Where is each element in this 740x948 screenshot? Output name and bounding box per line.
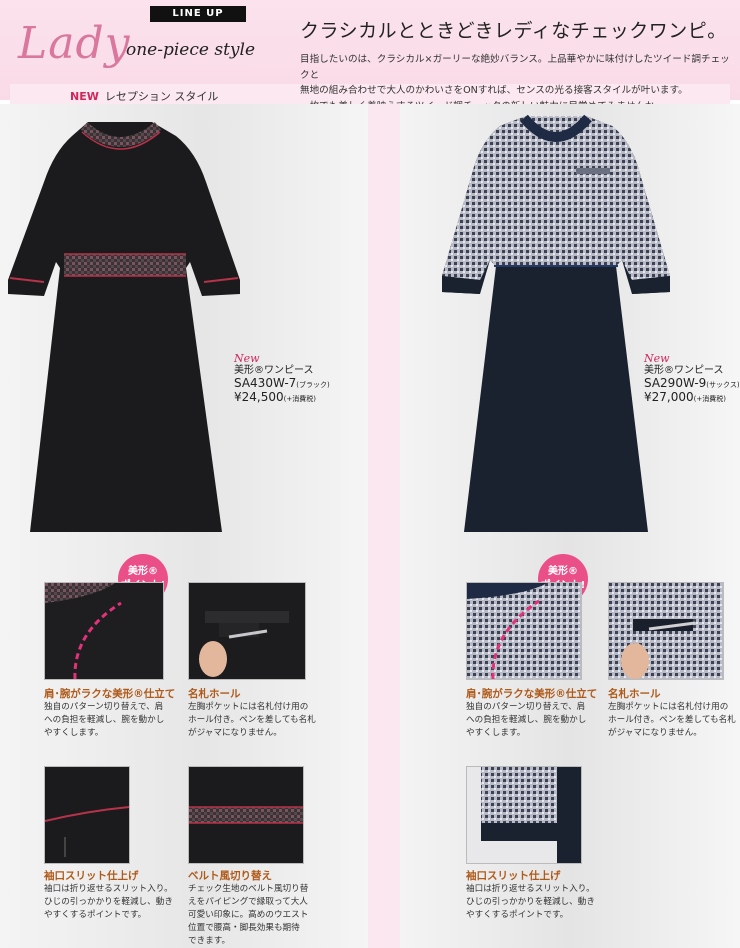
- product-price: ¥27,000: [644, 390, 694, 404]
- product-color: (サックス): [706, 381, 740, 389]
- badge-line: 美形®: [548, 566, 578, 577]
- feature-desc-line: 袖口は折り返せるスリット入り。: [44, 884, 173, 894]
- shoulder-detail-photo: [44, 582, 164, 680]
- lineup-label: LINE UP: [150, 6, 246, 22]
- feature-desc-line: がジャマになりません。: [188, 728, 282, 738]
- feature-desc-line: ホール付き。ペンを差しても名札: [188, 715, 316, 725]
- feature-desc: 袖口は折り返せるスリット入り。 ひじの引っかかりを軽減し、動き やすくするポイン…: [466, 883, 606, 922]
- headline: クラシカルとときどきレディなチェックワンピ。: [300, 20, 727, 42]
- feature-desc-line: 独自のパターン切り替えで、肩: [466, 702, 586, 712]
- feature-belt: ベルト風切り替え チェック生地のベルト風切り替 えをパイピングで縁取って大人 可…: [188, 868, 318, 948]
- feature-desc-line: ひじの引っかかりを軽減し、動き: [44, 897, 173, 907]
- feature-title: 袖口スリット仕上げ: [44, 870, 139, 882]
- one-piece-style-text: one-piece style: [126, 40, 256, 60]
- product-label-1: New 美形®ワンピース SA430W-7(ブラック) ¥24,500(+消費税…: [234, 353, 330, 405]
- feature-desc-line: できます。: [188, 936, 231, 946]
- cuff-slit-photo: [44, 766, 130, 864]
- name-tag-hole-photo: [608, 582, 724, 680]
- feature-desc-line: ひじの引っかかりを軽減し、動き: [466, 897, 595, 907]
- product-color: (ブラック): [296, 381, 330, 389]
- feature-desc: 左胸ポケットには名札付け用の ホール付き。ペンを差しても名札 がジャマになりませ…: [188, 701, 318, 740]
- feature-desc-line: への負担を軽減し、腕を動かし: [44, 715, 165, 725]
- feature-title: 名札ホール: [608, 688, 661, 700]
- product-code: SA290W-9: [644, 376, 707, 390]
- cuff-slit-photo: [466, 766, 582, 864]
- feature-desc-line: がジャマになりません。: [608, 728, 702, 738]
- belt-switch-photo: [188, 766, 304, 864]
- feature-desc-line: ホール付き。ペンを差しても名札: [608, 715, 736, 725]
- feature-cuff-slit: 袖口スリット仕上げ 袖口は折り返せるスリット入り。 ひじの引っかかりを軽減し、動…: [44, 868, 184, 922]
- feature-desc-line: やすくします。: [44, 728, 104, 738]
- feature-title: 名札ホール: [188, 688, 241, 700]
- feature-cuff-slit: 袖口スリット仕上げ 袖口は折り返せるスリット入り。 ひじの引っかかりを軽減し、動…: [466, 868, 606, 922]
- feature-desc-line: 袖口は折り返せるスリット入り。: [466, 884, 595, 894]
- feature-desc-line: えをパイピングで縁取って大人: [188, 897, 308, 907]
- feature-shoulder: 肩･腕がラクな美形®仕立て 独自のパターン切り替えで、肩 への負担を軽減し、腕を…: [44, 686, 184, 740]
- reception-style-text: レセプション スタイル: [104, 90, 219, 103]
- dress-image-black: [8, 122, 240, 532]
- product-price: ¥24,500: [234, 390, 284, 404]
- product-code: SA430W-7: [234, 376, 297, 390]
- product-new: New: [644, 352, 670, 365]
- description-line: 目指したいのは、クラシカル×ガーリーな絶妙バランス。上品華やかに味付けしたツイー…: [300, 54, 730, 81]
- feature-desc-line: チェック生地のベルト風切り替: [188, 884, 309, 894]
- feature-name-tag: 名札ホール 左胸ポケットには名札付け用の ホール付き。ペンを差しても名札 がジャ…: [188, 686, 318, 740]
- column-divider: [368, 104, 400, 948]
- feature-title: ベルト風切り替え: [188, 870, 272, 882]
- feature-title: 袖口スリット仕上げ: [466, 870, 561, 882]
- shoulder-detail-photo: [466, 582, 582, 680]
- reception-style-tag: NEW レセプション スタイル: [70, 88, 218, 104]
- feature-shoulder: 肩･腕がラクな美形®仕立て 独自のパターン切り替えで、肩 への負担を軽減し、腕を…: [466, 686, 606, 740]
- feature-desc: 独自のパターン切り替えで、肩 への負担を軽減し、腕を動かし やすくします。: [466, 701, 606, 740]
- badge-line: 美形®: [128, 566, 158, 577]
- feature-desc-line: やすくするポイントです。: [466, 910, 569, 920]
- feature-desc-line: への負担を軽減し、腕を動かし: [466, 715, 587, 725]
- product-tax: (+消費税): [693, 395, 726, 403]
- dress-image-houndstooth: [442, 114, 670, 532]
- feature-desc-line: 左胸ポケットには名札付け用の: [188, 702, 309, 712]
- feature-desc-line: 位置で腰高・脚長効果も期待: [188, 923, 300, 933]
- feature-desc: 袖口は折り返せるスリット入り。 ひじの引っかかりを軽減し、動き やすくするポイン…: [44, 883, 184, 922]
- product-tax: (+消費税): [283, 395, 316, 403]
- feature-desc-line: 可愛い印象に。高めのウエスト: [188, 910, 309, 920]
- feature-title: 肩･腕がラクな美形®仕立て: [466, 688, 598, 700]
- feature-desc-line: 独自のパターン切り替えで、肩: [44, 702, 164, 712]
- feature-desc-line: やすくするポイントです。: [44, 910, 147, 920]
- feature-desc-line: 左胸ポケットには名札付け用の: [608, 702, 729, 712]
- name-tag-hole-photo: [188, 582, 306, 680]
- new-label: NEW: [70, 90, 99, 103]
- feature-title: 肩･腕がラクな美形®仕立て: [44, 688, 176, 700]
- description-line: 無地の組み合わせで大人のかわいさをONすれば、センスの光る接客スタイルが叶います…: [300, 85, 688, 96]
- feature-name-tag: 名札ホール 左胸ポケットには名札付け用の ホール付き。ペンを差しても名札 がジャ…: [608, 686, 738, 740]
- product-new: New: [234, 352, 260, 365]
- feature-desc: 左胸ポケットには名札付け用の ホール付き。ペンを差しても名札 がジャマになりませ…: [608, 701, 738, 740]
- feature-desc: 独自のパターン切り替えで、肩 への負担を軽減し、腕を動かし やすくします。: [44, 701, 184, 740]
- feature-desc-line: やすくします。: [466, 728, 526, 738]
- feature-desc: チェック生地のベルト風切り替 えをパイピングで縁取って大人 可愛い印象に。高めの…: [188, 883, 318, 948]
- lady-logo: Lady: [18, 18, 131, 69]
- product-label-2: New 美形®ワンピース SA290W-9(サックス) ¥27,000(+消費税…: [644, 353, 740, 405]
